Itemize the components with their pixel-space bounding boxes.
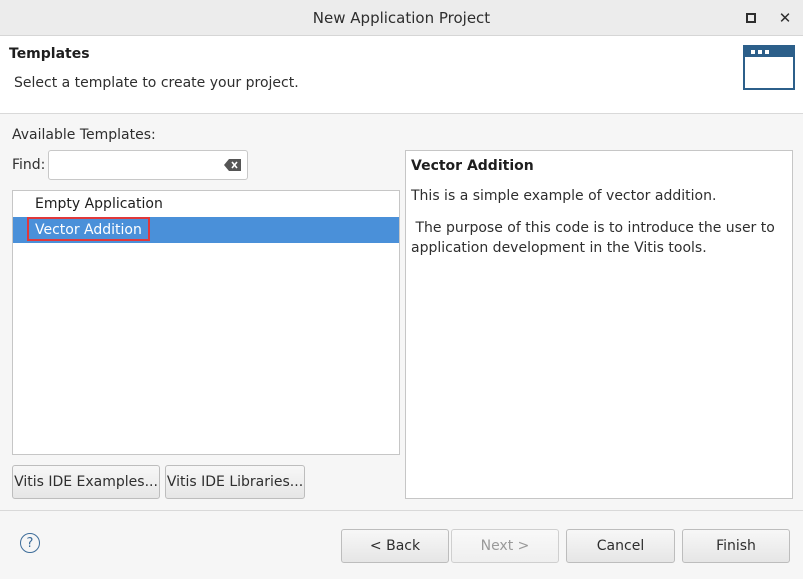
available-templates-label: Available Templates: [12,127,156,143]
wizard-footer: ? < Back Next > Cancel Finish [0,510,803,579]
clear-icon[interactable] [224,159,241,171]
cancel-button[interactable]: Cancel [566,529,675,563]
page-title: Templates [9,46,90,62]
next-button[interactable]: Next > [451,529,559,563]
list-item-selected[interactable]: Vector Addition [13,217,399,243]
description-text: This is a simple example of vector addit… [411,188,717,204]
find-label: Find: [12,157,46,173]
maximize-icon [746,13,756,23]
help-icon[interactable]: ? [20,533,40,553]
page-description: Select a template to create your project… [14,75,299,91]
vitis-examples-button[interactable]: Vitis IDE Examples... [12,465,160,499]
window-title: New Application Project [312,9,491,27]
template-description-panel: Vector Addition This is a simple example… [405,150,793,499]
close-button[interactable]: ✕ [775,8,795,28]
find-field[interactable] [48,150,248,180]
back-button[interactable]: < Back [341,529,449,563]
find-input[interactable] [53,155,222,177]
list-item-label: Empty Application [35,196,163,212]
list-item-label: Vector Addition [27,217,150,241]
maximize-button[interactable] [741,8,761,28]
description-title: Vector Addition [411,158,534,174]
close-icon: ✕ [778,9,792,27]
description-text-2: The purpose of this code is to introduce… [411,220,780,256]
window-icon [743,45,795,90]
wizard-content: Available Templates: Find: Empty Applica… [0,114,803,510]
vitis-libraries-button[interactable]: Vitis IDE Libraries... [165,465,305,499]
title-bar: New Application Project ✕ [0,0,803,36]
finish-button[interactable]: Finish [682,529,790,563]
list-item[interactable]: Empty Application [13,191,399,217]
template-list[interactable]: Empty Application Vector Addition [12,190,400,455]
wizard-header: Templates Select a template to create yo… [0,36,803,114]
